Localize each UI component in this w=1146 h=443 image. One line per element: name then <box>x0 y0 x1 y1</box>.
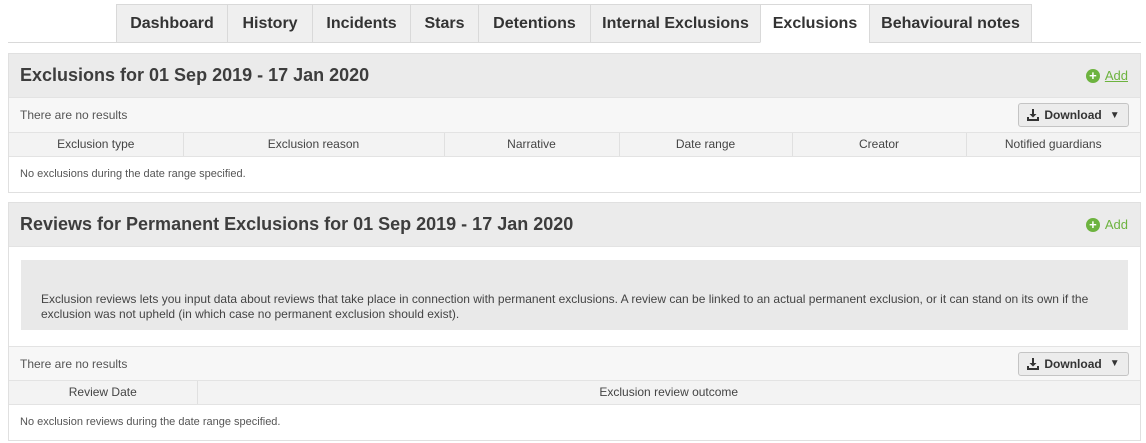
add-review-link[interactable]: + Add <box>1085 217 1128 232</box>
tab-detentions[interactable]: Detentions <box>478 4 590 43</box>
caret-down-icon: ▼ <box>1109 109 1120 121</box>
add-exclusion-link[interactable]: + Add <box>1085 68 1128 83</box>
caret-down-icon: ▼ <box>1109 358 1120 369</box>
reviews-title: Reviews for Permanent Exclusions for 01 … <box>20 214 574 234</box>
column-header[interactable]: Date range <box>619 133 793 157</box>
reviews-results-bar: There are no results Download ▼ <box>9 346 1140 381</box>
column-header[interactable]: Notified guardians <box>966 133 1140 157</box>
tab-behavioural-notes[interactable]: Behavioural notes <box>869 4 1032 43</box>
exclusions-table: Exclusion type Exclusion reason Narrativ… <box>9 133 1140 192</box>
reviews-table: Review Date Exclusion review outcome No … <box>9 381 1140 440</box>
results-text: There are no results <box>20 356 128 371</box>
tab-stars[interactable]: Stars <box>410 4 478 43</box>
reviews-header: Reviews for Permanent Exclusions for 01 … <box>9 203 1140 247</box>
tab-bar: Dashboard History Incidents Stars Detent… <box>116 4 1032 43</box>
download-label: Download <box>1044 356 1102 371</box>
column-header[interactable]: Exclusion type <box>9 133 184 157</box>
tab-dashboard[interactable]: Dashboard <box>116 4 227 43</box>
tab-exclusions[interactable]: Exclusions <box>760 4 869 43</box>
info-box: Exclusion reviews lets you input data ab… <box>21 260 1128 330</box>
empty-message: No exclusion reviews during the date ran… <box>20 416 281 429</box>
results-text: There are no results <box>20 108 128 122</box>
plus-circle-icon: + <box>1085 68 1100 83</box>
download-icon <box>1027 109 1040 121</box>
column-header[interactable]: Creator <box>792 133 967 157</box>
exclusions-title: Exclusions for 01 Sep 2019 - 17 Jan 2020 <box>20 65 370 85</box>
empty-message: No exclusions during the date range spec… <box>20 168 246 181</box>
download-button[interactable]: Download ▼ <box>1018 351 1129 376</box>
tab-incidents[interactable]: Incidents <box>312 4 410 43</box>
column-header[interactable]: Exclusion review outcome <box>197 381 1140 405</box>
exclusions-results-bar: There are no results Download ▼ <box>9 98 1140 133</box>
column-header[interactable]: Narrative <box>444 133 620 157</box>
column-header[interactable]: Exclusion reason <box>183 133 445 157</box>
column-header[interactable]: Review Date <box>9 381 198 405</box>
download-label: Download <box>1044 108 1102 122</box>
download-icon <box>1027 357 1040 370</box>
reviews-panel: Reviews for Permanent Exclusions for 01 … <box>8 202 1141 441</box>
plus-circle-icon: + <box>1085 217 1100 232</box>
exclusions-header: Exclusions for 01 Sep 2019 - 17 Jan 2020… <box>9 54 1140 98</box>
tab-history[interactable]: History <box>227 4 312 43</box>
tab-internal-exclusions[interactable]: Internal Exclusions <box>590 4 760 43</box>
add-label: Add <box>1104 68 1128 83</box>
download-button[interactable]: Download ▼ <box>1018 103 1129 127</box>
add-label: Add <box>1104 217 1128 232</box>
exclusions-panel: Exclusions for 01 Sep 2019 - 17 Jan 2020… <box>8 53 1141 193</box>
